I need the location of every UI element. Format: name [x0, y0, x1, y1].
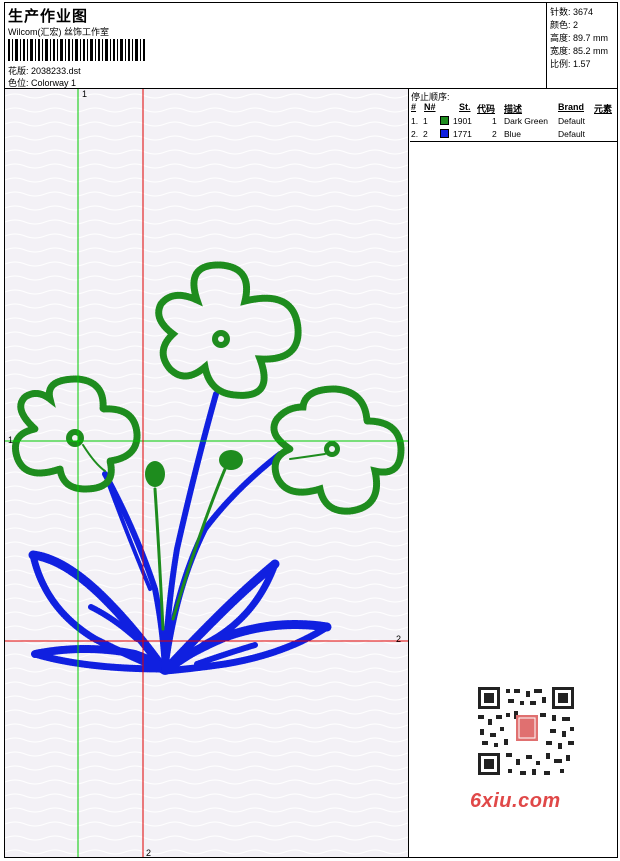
row-index: 1.	[411, 116, 419, 126]
design-file-label: 花版:	[8, 66, 29, 76]
watermark-logo: 6xiu.com	[470, 790, 561, 812]
colorway-label: 色位:	[8, 78, 29, 88]
header-info: 生产作业图 Wilcom(汇宏) 丝饰工作室 花版: 2038233.dst 色…	[5, 3, 545, 88]
design-preview[interactable]: 1 1 2 2	[5, 89, 409, 857]
design-file-value: 2038233.dst	[31, 66, 81, 76]
red-guide-label-right: 2	[396, 634, 402, 644]
page-title: 生产作业图	[8, 8, 89, 25]
col-element: 元素	[594, 104, 613, 114]
color-swatch	[440, 116, 449, 125]
ratio-value: 1.57	[573, 59, 591, 69]
col-stitches: St.	[459, 102, 471, 112]
row-brand: Default	[558, 116, 585, 126]
col-needle: N#	[424, 102, 436, 112]
red-guide-label-bottom: 2	[146, 848, 152, 857]
stop-row[interactable]: 1. 1 1901 1 Dark Green Default	[410, 116, 618, 129]
row-stitches: 1771	[453, 129, 472, 139]
row-code: 1	[492, 116, 497, 126]
green-guide-label-left: 1	[8, 435, 14, 445]
colorway-value: Colorway 1	[31, 78, 77, 88]
fabric-texture	[5, 89, 408, 857]
col-index: #	[411, 102, 417, 112]
row-index: 2.	[411, 129, 419, 139]
ratio-label: 比例:	[550, 59, 571, 69]
company-name: Wilcom(汇宏) 丝饰工作室	[8, 27, 109, 37]
row-description: Blue	[504, 129, 522, 139]
stitches-label: 针数:	[550, 7, 571, 17]
row-stitches: 1901	[453, 116, 472, 126]
stat-stitches: 针数: 3674	[550, 5, 593, 18]
height-value: 89.7 mm	[573, 33, 609, 43]
panel-divider	[410, 141, 618, 142]
colors-label: 颜色:	[550, 20, 571, 30]
stat-ratio: 比例: 1.57	[550, 57, 591, 70]
width-value: 85.2 mm	[573, 46, 609, 56]
embroidery-drawing	[5, 89, 408, 857]
col-code: 代码	[477, 104, 496, 114]
row-brand: Default	[558, 129, 585, 139]
barcode	[8, 39, 145, 61]
stitches-value: 3674	[573, 7, 594, 17]
col-brand: Brand	[558, 102, 585, 112]
stat-height: 高度: 89.7 mm	[550, 31, 608, 44]
width-label: 宽度:	[550, 46, 571, 56]
col-description: 描述	[504, 104, 523, 114]
green-guide-label-top: 1	[82, 89, 88, 99]
stat-colors: 颜色: 2	[550, 18, 578, 31]
stat-width: 宽度: 85.2 mm	[550, 44, 608, 57]
colors-value: 2	[573, 20, 579, 30]
row-code: 2	[492, 129, 497, 139]
row-description: Dark Green	[504, 116, 548, 126]
row-needle: 1	[423, 116, 428, 126]
height-label: 高度:	[550, 33, 571, 43]
row-needle: 2	[423, 129, 428, 139]
stats-box: 针数: 3674 颜色: 2 高度: 89.7 mm 宽度: 85.2 mm 比…	[546, 2, 619, 88]
qr-code	[470, 681, 582, 781]
color-swatch	[440, 129, 449, 138]
